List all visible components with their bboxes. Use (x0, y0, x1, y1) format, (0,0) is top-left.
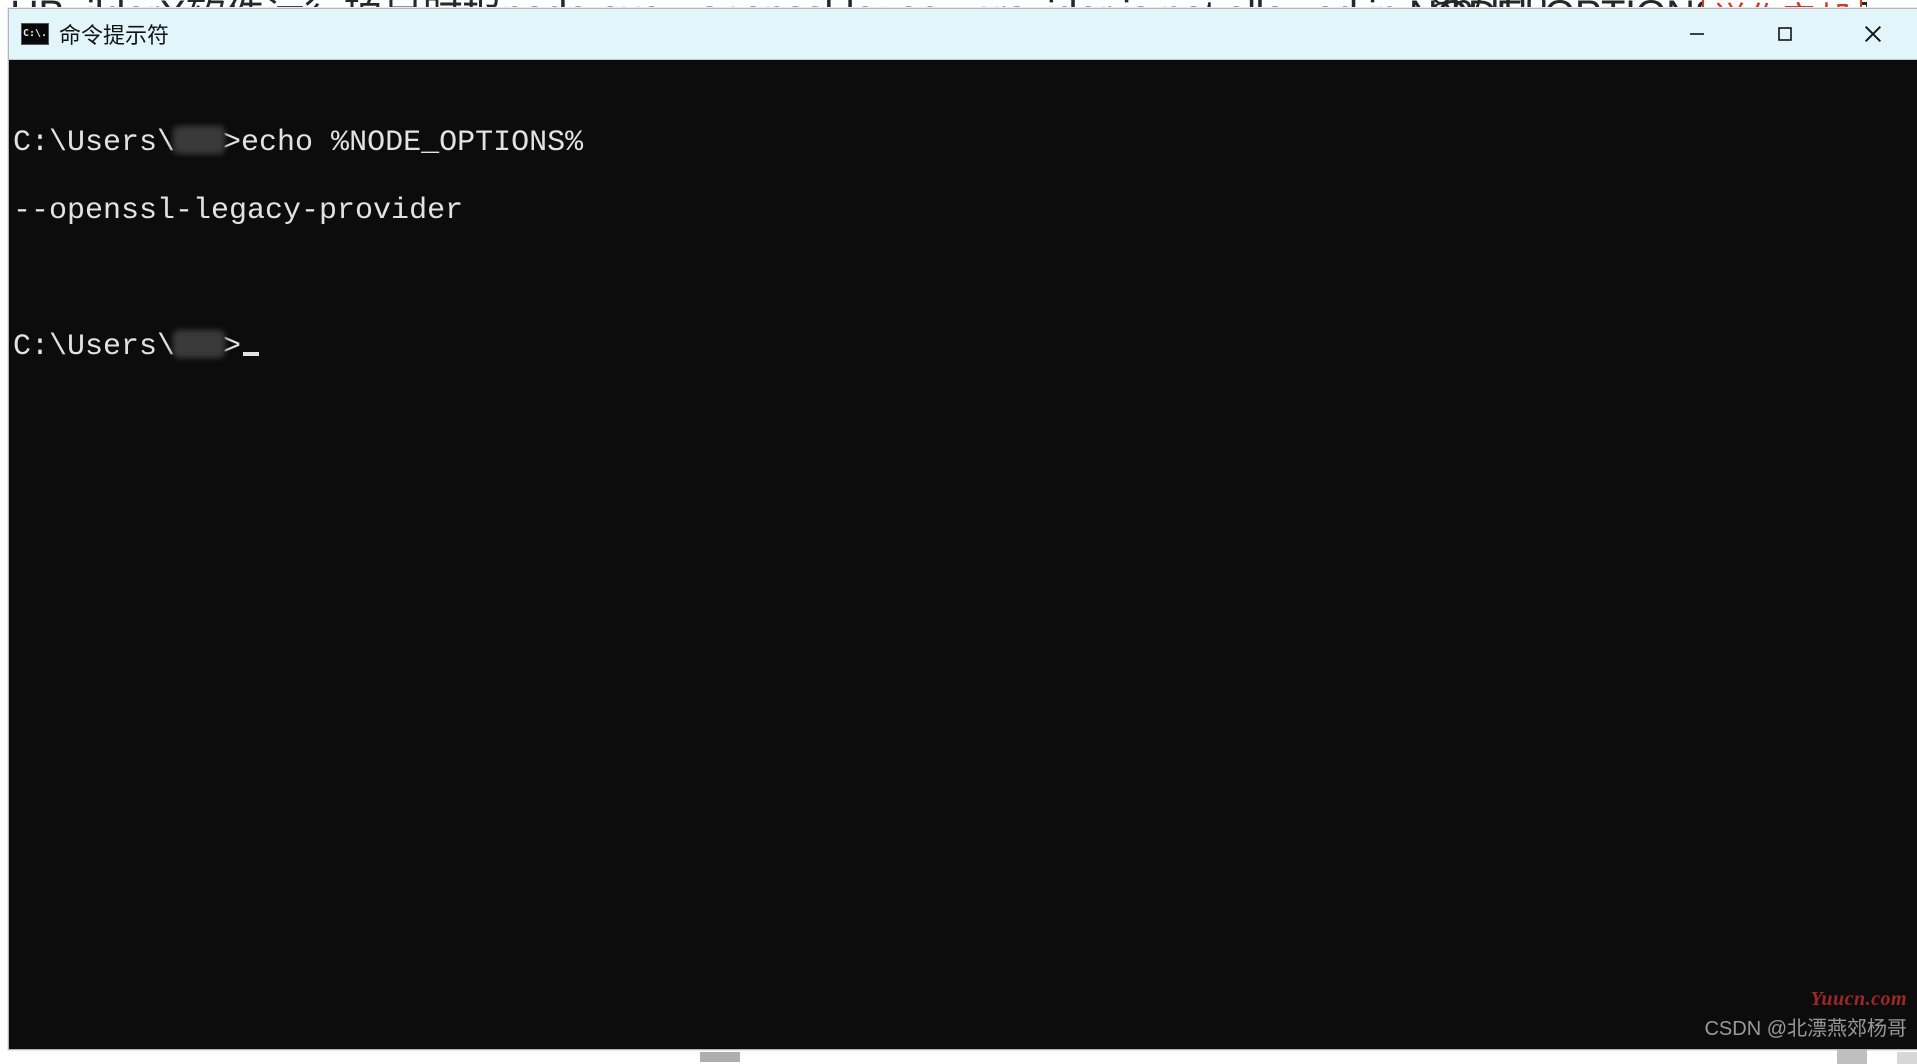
prompt-suffix: > (223, 330, 241, 364)
maximize-button[interactable] (1741, 9, 1829, 59)
cursor (243, 352, 259, 356)
terminal-blank (13, 262, 1913, 296)
command-text: echo %NODE_OPTIONS% (241, 126, 583, 160)
page-scrollbar[interactable] (1897, 1052, 1917, 1064)
watermark-author: CSDN @北漂燕郊杨哥 (1704, 1012, 1907, 1041)
close-button[interactable] (1829, 9, 1917, 59)
prompt-prefix: C:\Users\ (13, 126, 175, 160)
watermark-site: Yuucn.com (1810, 988, 1907, 1011)
redacted-username (173, 330, 225, 358)
command-prompt-window: C:\. 命令提示符 C:\Users\>echo %NODE_OPTION (8, 8, 1917, 1050)
page-scrollbar-segment[interactable] (700, 1052, 740, 1062)
close-icon (1862, 23, 1884, 45)
cmd-app-icon: C:\. (21, 23, 49, 45)
redacted-username (173, 126, 225, 154)
window-title: 命令提示符 (59, 18, 169, 50)
terminal-line: C:\Users\ >echo %NODE_OPTIONS% (13, 126, 1913, 160)
maximize-icon (1776, 25, 1794, 43)
window-controls (1653, 9, 1917, 59)
page-scrollbar-segment[interactable] (1837, 1050, 1867, 1064)
terminal-body[interactable]: C:\Users\>echo %NODE_OPTIONS% --openssl-… (9, 60, 1917, 1049)
terminal-line: C:\Users\ > (13, 330, 1913, 364)
terminal-output: --openssl-legacy-provider (13, 194, 1913, 228)
prompt-prefix: C:\Users\ (13, 330, 175, 364)
minimize-button[interactable] (1653, 9, 1741, 59)
minimize-icon (1688, 25, 1706, 43)
prompt-suffix: > (223, 126, 241, 160)
titlebar[interactable]: C:\. 命令提示符 (9, 9, 1917, 60)
